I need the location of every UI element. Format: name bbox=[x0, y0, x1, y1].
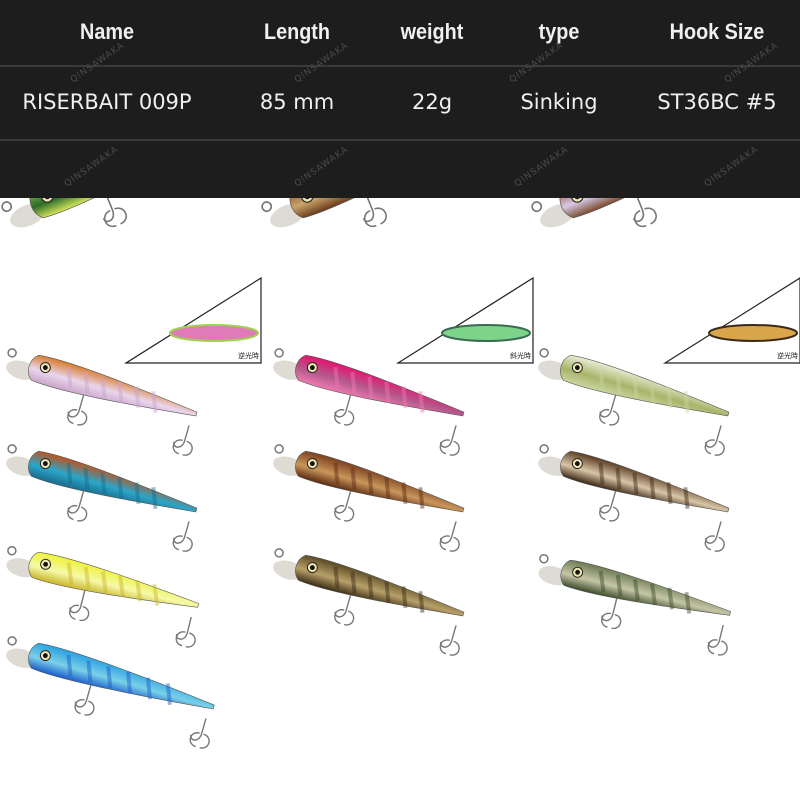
lure-body bbox=[559, 198, 759, 219]
treble-hook bbox=[599, 394, 620, 426]
lure-body bbox=[28, 551, 200, 608]
lure-green-shiner bbox=[538, 553, 732, 656]
lure-body bbox=[28, 450, 198, 513]
header-weight: weight bbox=[400, 19, 464, 44]
split-ring bbox=[539, 348, 549, 358]
lure-brown-shad bbox=[273, 444, 465, 552]
treble-hook bbox=[704, 425, 725, 456]
split-ring bbox=[274, 444, 284, 454]
split-ring bbox=[261, 201, 273, 213]
treble-hook bbox=[189, 718, 210, 749]
treble-hook bbox=[334, 394, 355, 426]
treble-hook bbox=[172, 521, 193, 552]
lure-dark-bronze bbox=[538, 444, 730, 552]
inset-frame bbox=[123, 276, 262, 364]
table-header-row: Name Length weight type Hook Size bbox=[0, 0, 800, 64]
table-divider bbox=[0, 139, 800, 141]
inset-closeup: 斜光時 bbox=[395, 276, 534, 364]
inset-lure bbox=[169, 324, 259, 342]
lure-chart-yellow bbox=[6, 545, 200, 648]
cell-type: Sinking bbox=[520, 90, 598, 114]
cell-name: RISERBAIT 009P bbox=[22, 90, 192, 114]
lure-olive-tiger bbox=[273, 548, 465, 656]
spec-table: Name Length weight type Hook Size RISERB… bbox=[0, 0, 800, 198]
treble-hook bbox=[439, 521, 460, 552]
treble-hook bbox=[102, 198, 127, 228]
lure-body bbox=[295, 554, 465, 617]
cell-weight: 22g bbox=[411, 90, 453, 114]
treble-hook bbox=[74, 685, 95, 716]
treble-hook bbox=[439, 625, 460, 656]
treble-hook bbox=[632, 198, 657, 228]
inset-frame bbox=[662, 277, 800, 364]
lure-color-lineup: 逆光時 斜光時 逆光時 bbox=[1, 198, 800, 749]
cell-hook-size: ST36BC #5 bbox=[657, 90, 777, 114]
treble-hook bbox=[67, 490, 88, 522]
lure-brown-yamame bbox=[261, 198, 489, 228]
split-ring bbox=[531, 201, 543, 213]
watermark: QINSAWAKA bbox=[292, 144, 351, 190]
inset-closeup: 逆光時 bbox=[123, 276, 262, 364]
lure-copper-ghost bbox=[531, 198, 759, 228]
table-row: RISERBAIT 009P 85 mm 22g Sinking ST36BC … bbox=[0, 68, 800, 136]
treble-hook bbox=[334, 490, 355, 522]
split-ring bbox=[7, 636, 17, 646]
inset-lure bbox=[441, 324, 531, 342]
lure-body bbox=[560, 450, 730, 513]
treble-hook bbox=[599, 490, 620, 522]
lure-body bbox=[289, 198, 489, 219]
lure-body bbox=[295, 450, 465, 513]
treble-hook bbox=[175, 616, 196, 648]
inset-caption: 逆光時 bbox=[777, 351, 798, 360]
header-length: Length bbox=[263, 19, 330, 44]
lure-body bbox=[295, 354, 465, 417]
treble-hook bbox=[172, 425, 193, 456]
lure-body bbox=[560, 559, 732, 616]
watermark: QINSAWAKA bbox=[702, 144, 761, 190]
treble-hook bbox=[69, 590, 90, 622]
lure-blue-mackerel bbox=[6, 636, 215, 749]
treble-hook bbox=[439, 425, 460, 456]
split-ring bbox=[7, 348, 17, 358]
split-ring bbox=[539, 553, 549, 564]
treble-hook bbox=[707, 624, 728, 656]
treble-hook bbox=[704, 521, 725, 552]
split-ring bbox=[274, 548, 284, 558]
split-ring bbox=[539, 444, 549, 454]
inset-closeup: 逆光時 bbox=[662, 277, 800, 364]
lure-body bbox=[29, 198, 229, 219]
inset-caption: 逆光時 bbox=[238, 351, 259, 360]
inset-caption: 斜光時 bbox=[510, 351, 531, 360]
table-divider bbox=[0, 65, 800, 67]
split-ring bbox=[1, 201, 13, 213]
treble-hook bbox=[362, 198, 387, 228]
treble-hook bbox=[334, 594, 355, 626]
watermark: QINSAWAKA bbox=[512, 144, 571, 190]
lure-body bbox=[28, 354, 198, 417]
treble-hook bbox=[67, 394, 88, 426]
lure-copper-tiger bbox=[6, 444, 198, 552]
split-ring bbox=[7, 545, 17, 556]
header-type: type bbox=[538, 19, 580, 44]
lure-green-mackerel bbox=[1, 198, 229, 228]
watermark: QINSAWAKA bbox=[62, 144, 121, 190]
lure-body bbox=[560, 354, 730, 417]
inset-frame bbox=[395, 276, 534, 364]
inset-lure bbox=[708, 324, 798, 342]
treble-hook bbox=[601, 598, 622, 630]
split-ring bbox=[7, 444, 17, 454]
lure-body bbox=[28, 642, 215, 710]
split-ring bbox=[274, 348, 284, 358]
